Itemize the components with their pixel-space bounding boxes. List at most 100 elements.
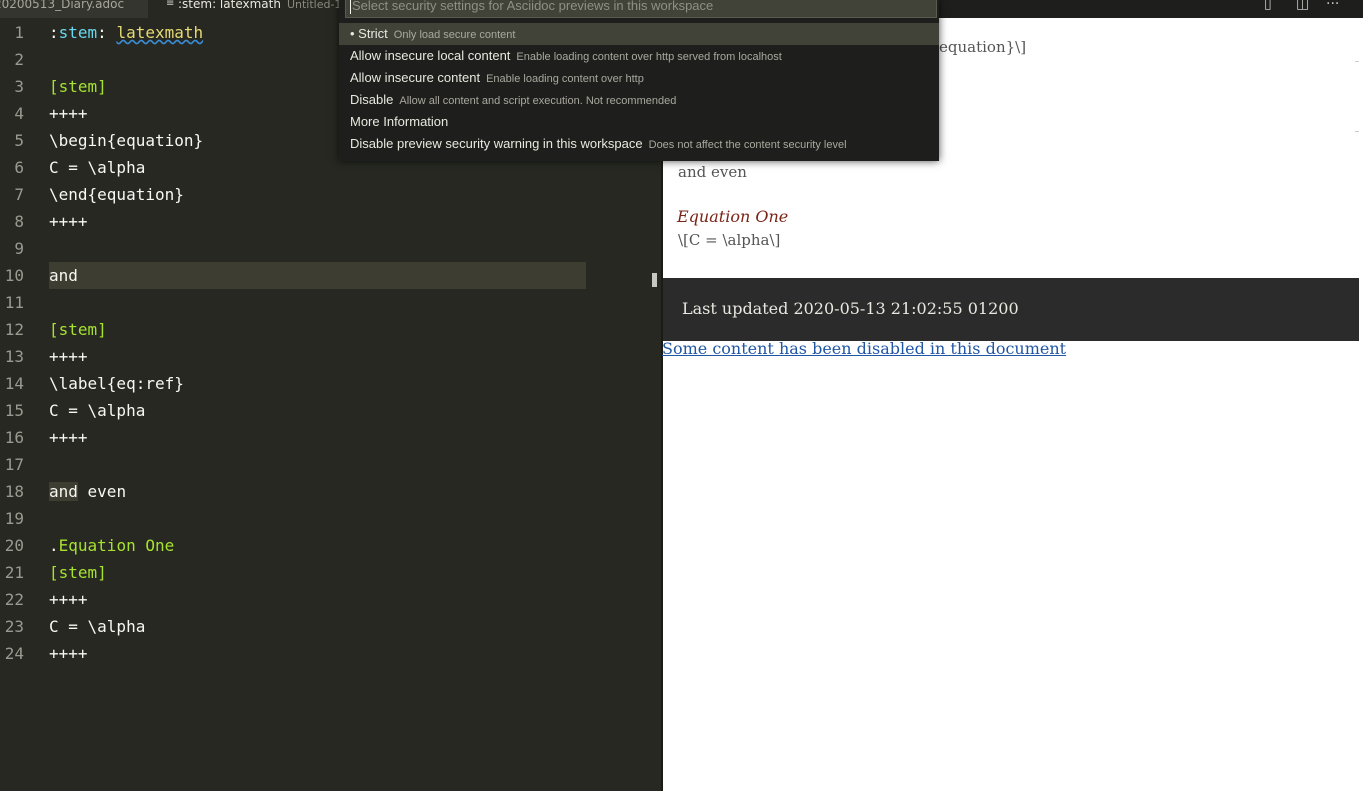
editor-line[interactable]: 16 ++++: [0, 424, 650, 451]
quick-pick-item-label: Disable: [350, 92, 394, 107]
editor-scrollbar-thumb[interactable]: [652, 273, 657, 287]
quick-pick-item[interactable]: • Strict Only load secure content: [339, 23, 939, 45]
line-number: 18: [4, 482, 24, 501]
line-code: ++++: [49, 586, 88, 613]
line-number: 1: [14, 23, 24, 42]
code-token: \label{eq:ref}: [49, 374, 184, 393]
quick-pick-item-description: Enable loading content over http served …: [516, 51, 782, 63]
preview-equation-text: \[C = \alpha\]: [678, 231, 781, 249]
code-token: latexmath: [116, 23, 204, 42]
quick-pick-item-label: Allow insecure content: [350, 70, 481, 85]
quick-pick-item-description: Enable loading content over http: [486, 73, 644, 85]
quick-pick-item-description: Only load secure content: [393, 29, 516, 41]
editor-line[interactable]: 13 ++++: [0, 343, 650, 370]
preview-partial-equation: equation}\]: [939, 38, 1027, 56]
editor-line[interactable]: 14 \label{eq:ref}: [0, 370, 650, 397]
line-number: 5: [14, 131, 24, 150]
code-token: ++++: [49, 644, 88, 663]
code-token: :: [49, 23, 59, 42]
code-token: [stem]: [49, 77, 107, 96]
line-code: ++++: [49, 343, 88, 370]
quick-pick-item-label: • Strict: [350, 26, 388, 41]
line-code: \begin{equation}: [49, 127, 203, 154]
more-actions-icon[interactable]: ···: [1326, 0, 1339, 12]
editor-line[interactable]: 18 and even: [0, 478, 650, 505]
quick-pick-item[interactable]: Disable Allow all content and script exec…: [339, 89, 939, 111]
code-token: C = \alpha: [49, 617, 146, 636]
line-number: 15: [4, 401, 24, 420]
line-number: 24: [4, 644, 24, 663]
line-number: 17: [4, 455, 24, 474]
code-token: [stem]: [49, 563, 107, 582]
line-code: and: [49, 262, 78, 289]
quick-pick-item[interactable]: More Information: [339, 111, 939, 133]
current-line-highlight: [49, 262, 586, 289]
tab-untitled[interactable]: ≡ :stem: latexmath Untitled-1: [148, 0, 354, 18]
code-token: .: [49, 536, 59, 555]
quick-pick-item[interactable]: Allow insecure local content Enable loadi…: [339, 45, 939, 67]
tab-sublabel: Untitled-1: [286, 0, 342, 11]
quick-pick-item[interactable]: Allow insecure content Enable loading con…: [339, 67, 939, 89]
editor-line[interactable]: 19: [0, 505, 650, 532]
quick-pick-item-label: Allow insecure local content: [350, 48, 511, 63]
editor-line[interactable]: 21 [stem]: [0, 559, 650, 586]
line-number: 9: [14, 239, 24, 258]
editor-line[interactable]: 11: [0, 289, 650, 316]
split-editor-icon[interactable]: ◫: [1296, 0, 1309, 12]
content-disabled-link[interactable]: Some content has been disabled in this d…: [662, 339, 1066, 358]
quick-pick-item-label: Disable preview security warning in this…: [350, 136, 643, 151]
line-code: ++++: [49, 424, 88, 451]
line-number: 16: [4, 428, 24, 447]
code-token: :: [97, 23, 117, 42]
code-token: ++++: [49, 104, 88, 123]
line-code: and even: [49, 478, 126, 505]
line-number: 22: [4, 590, 24, 609]
editor-line[interactable]: 15 C = \alpha: [0, 397, 650, 424]
editor-line[interactable]: 10 and: [0, 262, 650, 289]
code-token: \begin{equation}: [49, 131, 204, 150]
code-token: ++++: [49, 347, 88, 366]
editor-line[interactable]: 8 ++++: [0, 208, 650, 235]
code-token: C = \alpha: [49, 158, 146, 177]
last-updated-text: Last updated 2020-05-13 21:02:55 01200: [682, 299, 1019, 318]
editor-line[interactable]: 24 ++++: [0, 640, 650, 667]
tab-label: 20200513_Diary.adoc: [0, 0, 125, 11]
quick-pick-input[interactable]: Select security settings for Asciidoc pr…: [345, 0, 937, 18]
editor-line[interactable]: 17: [0, 451, 650, 478]
tab-diary[interactable]: 20200513_Diary.adoc: [0, 0, 148, 18]
code-token: ++++: [49, 590, 88, 609]
editor-line[interactable]: 9: [0, 235, 650, 262]
line-code: [stem]: [49, 73, 107, 100]
quick-pick-item-label: More Information: [350, 114, 449, 129]
code-token: and: [49, 266, 78, 285]
preview-footer: Last updated 2020-05-13 21:02:55 01200: [663, 278, 1359, 341]
quick-pick-item-description: Allow all content and script execution. …: [399, 95, 677, 107]
code-token: stem: [58, 23, 98, 42]
editor-line[interactable]: 7 \end{equation}: [0, 181, 650, 208]
line-number: 6: [14, 158, 24, 177]
quick-pick-item-description: Does not affect the content security lev…: [648, 139, 847, 151]
line-code: \end{equation}: [49, 181, 184, 208]
preview-equation-title: Equation One: [677, 207, 789, 226]
editor-line[interactable]: 22 ++++: [0, 586, 650, 613]
line-number: 8: [14, 212, 24, 231]
line-number: 7: [14, 185, 24, 204]
quick-pick-item[interactable]: Disable preview security warning in this…: [339, 133, 939, 155]
editor-line[interactable]: 20 .Equation One: [0, 532, 650, 559]
security-quick-pick: Select security settings for Asciidoc pr…: [339, 0, 939, 161]
line-number: 3: [14, 77, 24, 96]
lines-icon: ≡: [166, 0, 175, 9]
line-code: \label{eq:ref}: [49, 370, 184, 397]
code-token: and: [49, 482, 78, 501]
editor-line[interactable]: 23 C = \alpha: [0, 613, 650, 640]
editor-line[interactable]: 12 [stem]: [0, 316, 650, 343]
code-token: ++++: [49, 212, 88, 231]
line-code: [stem]: [49, 316, 107, 343]
line-number: 4: [14, 104, 24, 123]
code-token: even: [77, 482, 127, 501]
text-caret: [350, 0, 351, 14]
line-number: 19: [4, 509, 24, 528]
open-preview-icon[interactable]: ▯: [1264, 0, 1272, 12]
code-token: Equation One: [58, 536, 175, 555]
line-code: C = \alpha: [49, 154, 145, 181]
